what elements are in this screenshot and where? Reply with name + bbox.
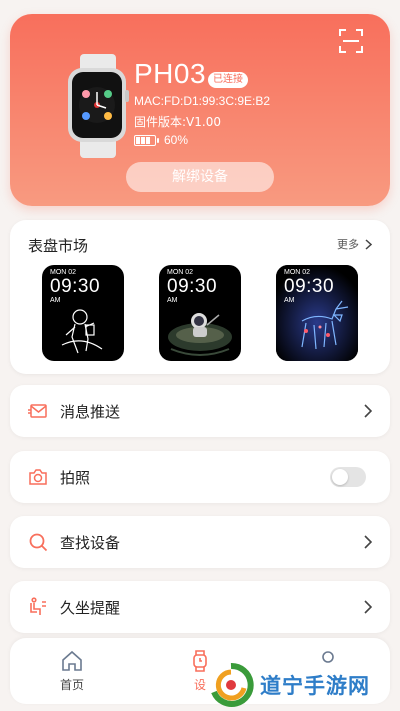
row-label-photo: 拍照 bbox=[60, 469, 91, 487]
watch-face-3[interactable]: MON 02 09:30 AM bbox=[276, 265, 358, 361]
row-photo: 拍照 bbox=[10, 451, 390, 503]
chevron-right-icon bbox=[364, 535, 372, 549]
nav-home[interactable]: 首页 bbox=[42, 650, 102, 693]
watch-face-market: 表盘市场 更多 MON 02 09:30 AM MON 02 09:30 AM … bbox=[10, 220, 390, 374]
watermark-text: 道宁手游网 bbox=[260, 674, 370, 698]
chevron-right-icon bbox=[364, 404, 372, 418]
more-label: 更多 bbox=[337, 238, 359, 251]
battery-row: 60% bbox=[134, 133, 188, 147]
unbind-button[interactable]: 解绑设备 bbox=[126, 162, 274, 192]
battery-level: 60% bbox=[164, 133, 189, 147]
row-label-sedentary: 久坐提醒 bbox=[60, 599, 121, 617]
toggle-knob bbox=[332, 469, 348, 485]
face-time: MON 02 09:30 AM bbox=[284, 269, 335, 304]
watch-face-2[interactable]: MON 02 09:30 AM bbox=[159, 265, 241, 361]
watch-face-list: MON 02 09:30 AM MON 02 09:30 AM MON 02 0… bbox=[42, 265, 358, 361]
more-link[interactable]: 更多 bbox=[337, 236, 372, 252]
firmware-version: 固件版本:V1.00 bbox=[134, 115, 221, 129]
photo-toggle[interactable] bbox=[330, 467, 366, 487]
device-name: PH03 bbox=[134, 58, 207, 89]
row-message-push[interactable]: 消息推送 bbox=[10, 385, 390, 437]
market-title: 表盘市场 bbox=[28, 237, 89, 255]
mac-address: MAC:FD:D1:99:3C:9E:B2 bbox=[134, 94, 271, 108]
device-card: PH03 已连接 MAC:FD:D1:99:3C:9E:B2 固件版本:V1.0… bbox=[10, 14, 390, 206]
row-sedentary-reminder[interactable]: 久坐提醒 bbox=[10, 581, 390, 633]
chevron-right-icon bbox=[365, 238, 372, 250]
watch-face-1[interactable]: MON 02 09:30 AM bbox=[42, 265, 124, 361]
scan-icon[interactable] bbox=[338, 28, 364, 54]
watermark-logo bbox=[210, 662, 254, 707]
face-time: MON 02 09:30 AM bbox=[50, 269, 101, 304]
chevron-right-icon bbox=[364, 600, 372, 614]
battery-icon bbox=[134, 134, 159, 146]
search-icon bbox=[29, 533, 48, 552]
nav-home-label: 首页 bbox=[59, 678, 84, 692]
status-badge: 已连接 bbox=[208, 72, 248, 88]
row-label-push: 消息推送 bbox=[60, 403, 121, 421]
face-time: MON 02 09:30 AM bbox=[167, 269, 218, 304]
watermark: 道宁手游网 bbox=[208, 660, 398, 710]
home-icon bbox=[62, 650, 82, 671]
camera-icon bbox=[29, 469, 47, 485]
smartwatch-image bbox=[68, 54, 129, 158]
row-label-find: 查找设备 bbox=[60, 534, 121, 552]
sitting-person-icon bbox=[30, 597, 46, 615]
envelope-icon bbox=[28, 404, 47, 418]
row-find-device[interactable]: 查找设备 bbox=[10, 516, 390, 568]
